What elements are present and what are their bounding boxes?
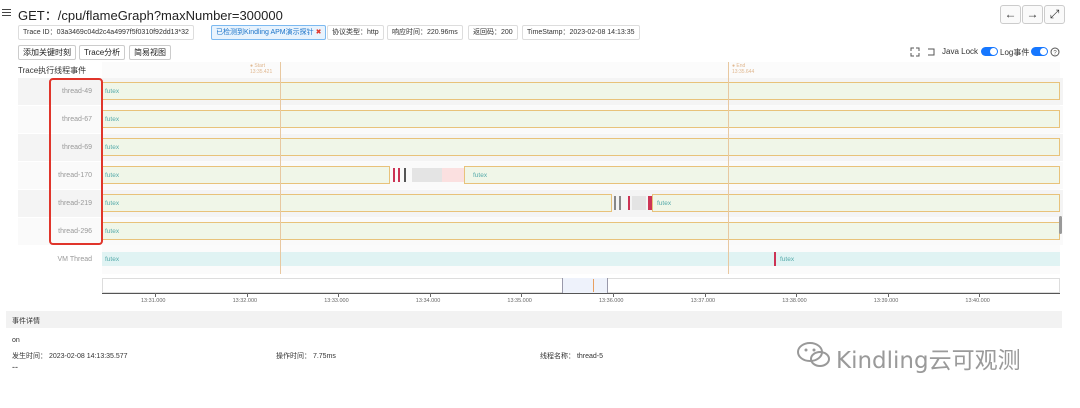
wechat-logo-icon	[797, 342, 830, 367]
futex-bar[interactable]	[464, 166, 1060, 184]
start-marker-label: ● Start 13:35.421	[250, 63, 272, 75]
event-name: on	[12, 337, 20, 344]
occur-time: 发生时间： 2023-02-08 14:13:35.577	[12, 353, 128, 360]
event-segment[interactable]	[619, 196, 621, 210]
start-marker-time: 13:35.421	[250, 69, 273, 75]
futex-bar[interactable]	[102, 166, 390, 184]
futex-label: futex	[105, 172, 120, 179]
event-segment[interactable]	[614, 196, 616, 210]
axis-tick-mark	[979, 293, 981, 297]
log-event-toggle[interactable]	[1031, 47, 1048, 56]
details-header	[6, 311, 1062, 328]
axis-tick-label: 13:31.000	[141, 298, 166, 304]
help-icon[interactable]: ?	[1050, 47, 1060, 57]
event-segment[interactable]	[774, 252, 776, 266]
watermark: Kindling云可观测	[836, 348, 1021, 374]
axis-tick-label: 13:36.000	[599, 298, 624, 304]
axis-tick-mark	[155, 293, 156, 297]
response-time-tag: 响应时间：220.96ms	[387, 25, 463, 40]
event-segment[interactable]	[628, 196, 630, 210]
axis-tick-label: 13:33.000	[324, 298, 349, 304]
axis-tick-mark	[429, 293, 431, 297]
vertical-scrollbar[interactable]	[1059, 216, 1062, 234]
timestamp-tag: TimeStamp：2023-02-08 14:13:35	[522, 25, 640, 40]
futex-bar[interactable]	[102, 110, 1060, 128]
futex-bar[interactable]	[102, 82, 1060, 100]
forward-button[interactable]: →	[1022, 5, 1043, 24]
futex-label: futex	[780, 256, 795, 263]
axis-tick-label: 13:32.000	[232, 298, 258, 304]
event-segment[interactable]	[412, 168, 442, 182]
thread-highlight-box	[49, 78, 103, 245]
timeline-title: Trace执行线程事件	[18, 66, 87, 75]
event-segment[interactable]	[393, 168, 395, 182]
axis-tick-mark	[704, 293, 706, 297]
menu-icon[interactable]	[2, 9, 11, 19]
delete-icon[interactable]: ✖	[316, 29, 322, 36]
operation-time: 操作时间： 7.75ms	[276, 353, 336, 360]
axis-tick-mark	[613, 293, 614, 297]
java-lock-toggle[interactable]	[981, 47, 998, 56]
details-title: 事件详情	[12, 318, 40, 325]
axis-tick-mark	[521, 293, 523, 297]
futex-bar[interactable]	[102, 194, 612, 212]
futex-label: futex	[105, 200, 120, 207]
fullscreen-button[interactable]: ⤢	[1044, 5, 1065, 24]
apm-detect-tag[interactable]: 已检测到Kindling APM演示探针 ✖	[211, 25, 327, 40]
futex-bar[interactable]	[102, 138, 1060, 156]
back-button[interactable]: ←	[1000, 5, 1021, 24]
end-marker-time: 13:35.644	[732, 69, 755, 75]
return-code-tag: 返回码：200	[468, 25, 518, 40]
futex-label: futex	[473, 172, 488, 179]
axis-tick-label: 13:34.000	[415, 298, 441, 304]
vm-thread-label: VM Thread	[57, 256, 93, 263]
simple-view-button[interactable]: 简易视图	[129, 45, 171, 60]
futex-label: futex	[105, 116, 120, 123]
minimap-mark	[593, 279, 594, 292]
end-marker-label: ● End 13:35.644	[732, 63, 754, 75]
futex-bar[interactable]	[652, 194, 1060, 212]
futex-label: futex	[105, 256, 120, 263]
futex-label: futex	[105, 88, 120, 95]
trace-id-tag: Trace ID：03a3469c04d2c4a4997f5f0310f92dd…	[18, 25, 194, 40]
futex-label: futex	[657, 200, 672, 207]
fit-screen-icon[interactable]	[910, 47, 920, 57]
axis-tick-label: 13:40.000	[965, 298, 990, 304]
trace-analysis-button[interactable]: Trace分析	[79, 45, 126, 60]
minimap-window[interactable]	[562, 278, 608, 293]
futex-label: futex	[105, 228, 120, 235]
log-event-label: Log事件	[1000, 48, 1030, 57]
axis-tick-label: 13:35.000	[507, 298, 532, 304]
apm-detect-label: 已检测到Kindling APM演示探针	[216, 29, 314, 36]
axis-tick-label: 13:39.000	[873, 298, 899, 304]
axis-tick-mark	[887, 293, 889, 297]
event-segment[interactable]	[632, 196, 646, 210]
java-lock-label: Java Lock	[942, 47, 979, 56]
axis-tick-mark	[338, 293, 340, 297]
event-segment[interactable]	[442, 168, 464, 182]
axis-tick-label: 13:38.000	[782, 298, 807, 304]
event-segment[interactable]	[398, 168, 400, 182]
futex-label: futex	[105, 144, 120, 151]
axis-tick-mark	[796, 293, 798, 297]
end-marker	[728, 62, 729, 274]
thread-name: 线程名称： thread-5	[540, 353, 604, 360]
axis-tick-mark	[246, 293, 248, 297]
start-marker	[280, 62, 281, 274]
protocol-tag: 协议类型：http	[327, 25, 384, 40]
page-title: GET：/cpu/flameGraph?maxNumber=300000	[18, 8, 283, 23]
vm-thread-bar[interactable]	[102, 252, 1060, 266]
add-key-time-button[interactable]: 添加关键时刻	[18, 45, 76, 60]
event-segment[interactable]	[404, 168, 406, 182]
futex-bar[interactable]	[102, 222, 1060, 240]
axis-tick-label: 13:37.000	[690, 298, 716, 304]
reset-icon[interactable]	[926, 47, 936, 57]
detail-placeholder: --	[12, 362, 18, 372]
